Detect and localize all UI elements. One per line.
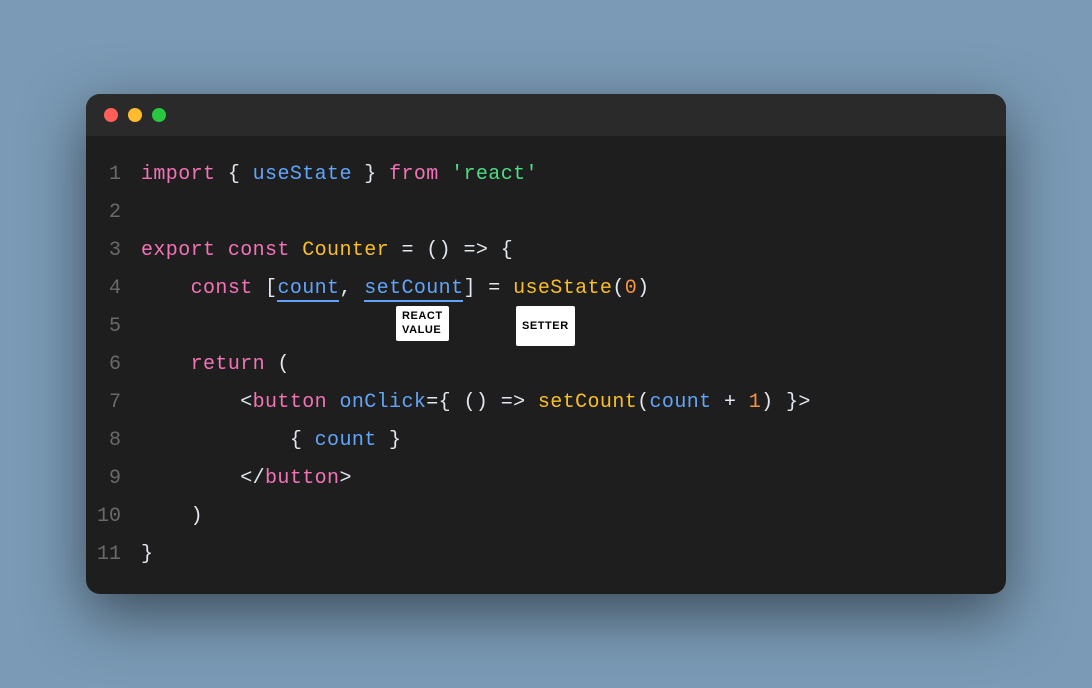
code-line-5: 5 bbox=[86, 308, 1006, 346]
line-code-11: } bbox=[141, 538, 1006, 572]
line-number-1: 1 bbox=[86, 158, 141, 192]
code-line-1: 1 import { useState } from 'react' bbox=[86, 156, 1006, 194]
line-number-2: 2 bbox=[86, 196, 141, 230]
line-number-9: 9 bbox=[86, 462, 141, 496]
line-number-10: 10 bbox=[86, 500, 141, 534]
line-number-3: 3 bbox=[86, 234, 141, 268]
line-code-8: { count } bbox=[141, 424, 1006, 458]
line-number-8: 8 bbox=[86, 424, 141, 458]
code-line-4: 4 const [count, setCount] = useState(0) … bbox=[86, 270, 1006, 308]
close-dot[interactable] bbox=[104, 108, 118, 122]
line-code-7: <button onClick={ () => setCount(count +… bbox=[141, 386, 1006, 420]
code-window: 1 import { useState } from 'react' 2 3 e… bbox=[86, 94, 1006, 594]
line-code-9: </button> bbox=[141, 462, 1006, 496]
titlebar bbox=[86, 94, 1006, 136]
code-area: 1 import { useState } from 'react' 2 3 e… bbox=[86, 136, 1006, 594]
line-code-2 bbox=[141, 196, 1006, 230]
line-code-5 bbox=[141, 310, 1006, 344]
line-code-1: import { useState } from 'react' bbox=[141, 158, 1006, 192]
line-number-4: 4 bbox=[86, 272, 141, 306]
line-number-6: 6 bbox=[86, 348, 141, 382]
line-number-7: 7 bbox=[86, 386, 141, 420]
line-code-3: export const Counter = () => { bbox=[141, 234, 1006, 268]
line-code-4: const [count, setCount] = useState(0) bbox=[141, 272, 1006, 306]
code-line-10: 10 ) bbox=[86, 498, 1006, 536]
maximize-dot[interactable] bbox=[152, 108, 166, 122]
code-line-9: 9 </button> bbox=[86, 460, 1006, 498]
code-line-3: 3 export const Counter = () => { bbox=[86, 232, 1006, 270]
line-number-5: 5 bbox=[86, 310, 141, 344]
minimize-dot[interactable] bbox=[128, 108, 142, 122]
line-number-11: 11 bbox=[86, 538, 141, 572]
code-line-6: 6 return ( bbox=[86, 346, 1006, 384]
code-line-11: 11 } bbox=[86, 536, 1006, 574]
code-line-8: 8 { count } bbox=[86, 422, 1006, 460]
line-code-6: return ( bbox=[141, 348, 1006, 382]
code-line-7: 7 <button onClick={ () => setCount(count… bbox=[86, 384, 1006, 422]
line-code-10: ) bbox=[141, 500, 1006, 534]
code-line-2: 2 bbox=[86, 194, 1006, 232]
